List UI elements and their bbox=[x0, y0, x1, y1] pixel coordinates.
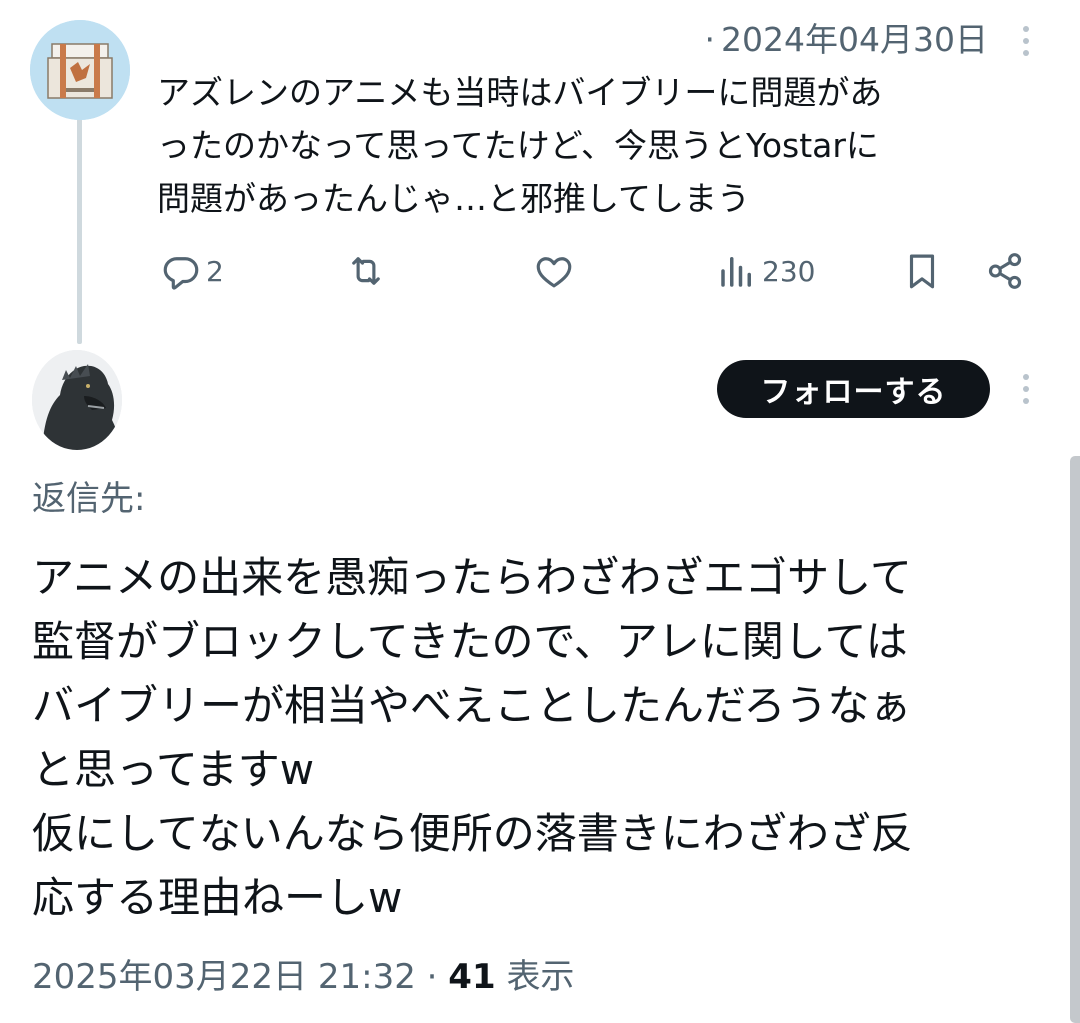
first-post-actions: 2 230 bbox=[0, 243, 1080, 303]
thread-connector-line bbox=[77, 118, 82, 344]
first-post-text: アズレンのアニメも当時はバイブリーに問題があ ったのかなって思ってたけど、今思う… bbox=[157, 73, 883, 218]
like-button[interactable] bbox=[533, 243, 579, 299]
bookmark-icon bbox=[909, 254, 935, 289]
second-post-timestamp[interactable]: 2025年03月22日 21:32 bbox=[32, 957, 416, 997]
views-button[interactable]: 230 bbox=[716, 243, 815, 299]
monster-avatar-icon bbox=[32, 350, 122, 450]
views-icon bbox=[721, 257, 751, 287]
retweet-icon bbox=[352, 257, 380, 285]
first-post-meta: · 2024年04月30日 bbox=[705, 18, 988, 62]
retweet-button[interactable] bbox=[345, 243, 391, 299]
second-post-views-label: 表示 bbox=[506, 957, 575, 997]
second-post-meta: 2025年03月22日 21:32 · 41 表示 bbox=[32, 954, 574, 1000]
scrollbar[interactable] bbox=[1070, 456, 1080, 1023]
avatar-second-user[interactable] bbox=[32, 350, 122, 450]
bookmark-button[interactable] bbox=[901, 243, 943, 299]
second-post-views-count: 41 bbox=[448, 957, 496, 997]
share-button[interactable] bbox=[984, 243, 1026, 299]
box-avatar-icon bbox=[30, 20, 130, 120]
meta-separator: · bbox=[426, 957, 438, 997]
more-icon[interactable] bbox=[1020, 26, 1032, 62]
second-post-text: アニメの出来を愚痴ったらわざわざエゴサして 監督がブロックしてきたので、アレに関… bbox=[32, 553, 913, 922]
share-icon bbox=[988, 253, 1022, 289]
reply-count: 2 bbox=[206, 254, 224, 288]
like-icon bbox=[536, 257, 572, 288]
reply-to-label: 返信先: bbox=[32, 479, 146, 519]
follow-button[interactable]: フォローする bbox=[717, 360, 990, 418]
reply-button[interactable]: 2 bbox=[160, 243, 224, 299]
reply-icon bbox=[163, 257, 199, 290]
avatar-first-user[interactable] bbox=[30, 20, 130, 120]
meta-separator: · bbox=[704, 20, 716, 59]
views-count: 230 bbox=[762, 254, 816, 288]
first-post-date[interactable]: 2024年04月30日 bbox=[721, 20, 988, 59]
more-icon[interactable] bbox=[1020, 374, 1032, 410]
